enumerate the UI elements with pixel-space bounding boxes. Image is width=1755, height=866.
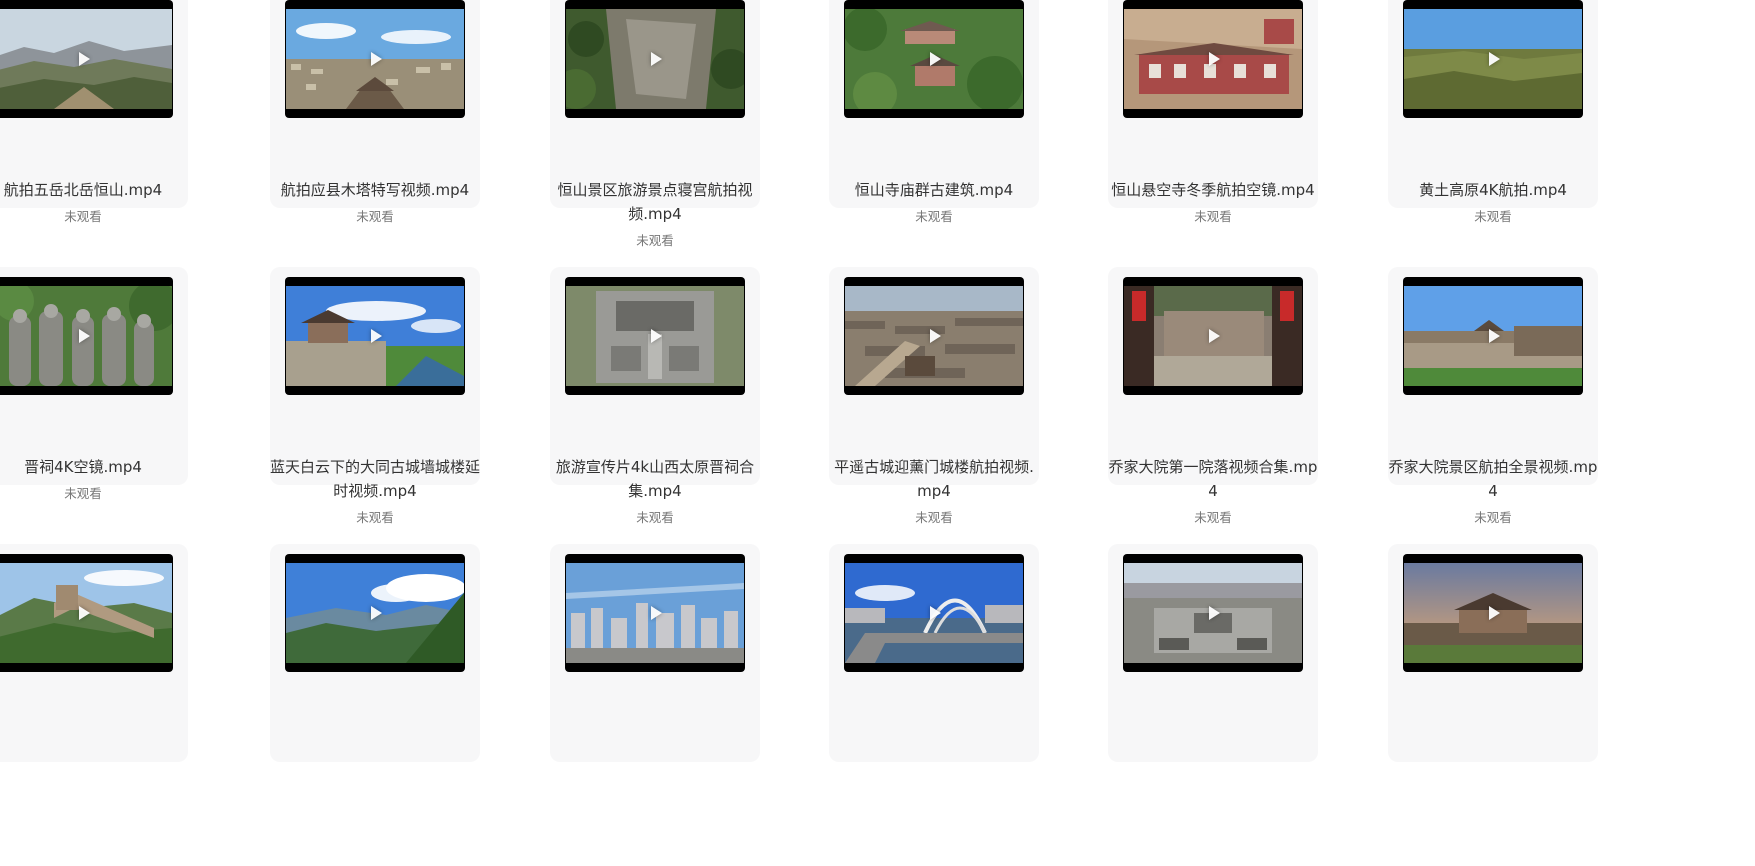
- play-icon[interactable]: [1209, 329, 1220, 343]
- play-icon[interactable]: [371, 606, 382, 620]
- play-icon[interactable]: [651, 606, 662, 620]
- video-grid: 航拍五岳北岳恒山.mp4 未观看 航拍应县木塔特写视频.mp4 未观看 恒山景区旅游…: [0, 0, 1755, 762]
- video-title[interactable]: 晋祠4K空镜.mp4: [0, 455, 188, 479]
- video-thumbnail[interactable]: [1403, 277, 1583, 395]
- video-item[interactable]: 乔家大院第一院落视频合集.mp4 未观看: [1108, 267, 1318, 589]
- video-thumbnail[interactable]: [285, 0, 465, 118]
- play-icon[interactable]: [79, 606, 90, 620]
- play-icon[interactable]: [1209, 52, 1220, 66]
- video-title[interactable]: 恒山寺庙群古建筑.mp4: [829, 178, 1039, 202]
- video-item[interactable]: 晋祠4K空镜.mp4 未观看: [0, 267, 188, 589]
- video-thumbnail[interactable]: [565, 554, 745, 672]
- video-thumbnail[interactable]: [0, 554, 173, 672]
- video-item[interactable]: [829, 544, 1039, 866]
- video-title[interactable]: 黄土高原4K航拍.mp4: [1388, 178, 1598, 202]
- watch-status: 未观看: [915, 209, 953, 224]
- play-icon[interactable]: [371, 52, 382, 66]
- play-icon[interactable]: [1489, 329, 1500, 343]
- watch-status: 未观看: [64, 486, 102, 501]
- video-thumbnail[interactable]: [285, 277, 465, 395]
- video-item[interactable]: [1108, 544, 1318, 866]
- video-thumbnail[interactable]: [1403, 554, 1583, 672]
- play-icon[interactable]: [651, 329, 662, 343]
- play-icon[interactable]: [930, 329, 941, 343]
- video-title[interactable]: 航拍应县木塔特写视频.mp4: [270, 178, 480, 202]
- watch-status: 未观看: [915, 510, 953, 525]
- watch-status: 未观看: [64, 209, 102, 224]
- play-icon[interactable]: [79, 329, 90, 343]
- video-thumbnail[interactable]: [565, 277, 745, 395]
- watch-status: 未观看: [1194, 510, 1232, 525]
- video-thumbnail[interactable]: [1123, 0, 1303, 118]
- video-item[interactable]: 恒山寺庙群古建筑.mp4 未观看: [829, 0, 1039, 312]
- video-item[interactable]: 旅游宣传片4k山西太原晋祠合集.mp4 未观看: [550, 267, 760, 589]
- video-thumbnail[interactable]: [844, 554, 1024, 672]
- video-item[interactable]: [550, 544, 760, 866]
- video-thumbnail[interactable]: [565, 0, 745, 118]
- video-item[interactable]: [1388, 544, 1598, 866]
- video-title[interactable]: 恒山悬空寺冬季航拍空镜.mp4: [1108, 178, 1318, 202]
- video-thumbnail[interactable]: [0, 0, 173, 118]
- video-item[interactable]: 平遥古城迎薰门城楼航拍视频.mp4 未观看: [829, 267, 1039, 589]
- video-title[interactable]: 乔家大院第一院落视频合集.mp4: [1108, 455, 1318, 503]
- video-item[interactable]: [0, 544, 188, 866]
- video-thumbnail[interactable]: [1123, 277, 1303, 395]
- video-thumbnail[interactable]: [844, 277, 1024, 395]
- video-item[interactable]: 航拍五岳北岳恒山.mp4 未观看: [0, 0, 188, 312]
- video-thumbnail[interactable]: [844, 0, 1024, 118]
- video-title[interactable]: 乔家大院景区航拍全景视频.mp4: [1388, 455, 1598, 503]
- video-title[interactable]: 旅游宣传片4k山西太原晋祠合集.mp4: [550, 455, 760, 503]
- video-title[interactable]: 蓝天白云下的大同古城墙城楼延时视频.mp4: [270, 455, 480, 503]
- watch-status: 未观看: [356, 209, 394, 224]
- video-thumbnail[interactable]: [1123, 554, 1303, 672]
- video-thumbnail[interactable]: [285, 554, 465, 672]
- watch-status: 未观看: [636, 233, 674, 248]
- watch-status: 未观看: [1474, 510, 1512, 525]
- video-title[interactable]: 航拍五岳北岳恒山.mp4: [0, 178, 188, 202]
- play-icon[interactable]: [1209, 606, 1220, 620]
- video-item[interactable]: 蓝天白云下的大同古城墙城楼延时视频.mp4 未观看: [270, 267, 480, 589]
- play-icon[interactable]: [1489, 52, 1500, 66]
- video-title[interactable]: 平遥古城迎薰门城楼航拍视频.mp4: [829, 455, 1039, 503]
- video-item[interactable]: 恒山悬空寺冬季航拍空镜.mp4 未观看: [1108, 0, 1318, 312]
- play-icon[interactable]: [371, 329, 382, 343]
- play-icon[interactable]: [930, 606, 941, 620]
- play-icon[interactable]: [1489, 606, 1500, 620]
- play-icon[interactable]: [651, 52, 662, 66]
- video-item[interactable]: 航拍应县木塔特写视频.mp4 未观看: [270, 0, 480, 312]
- video-thumbnail[interactable]: [0, 277, 173, 395]
- video-item[interactable]: [270, 544, 480, 866]
- watch-status: 未观看: [356, 510, 394, 525]
- video-thumbnail[interactable]: [1403, 0, 1583, 118]
- play-icon[interactable]: [79, 52, 90, 66]
- video-title[interactable]: 恒山景区旅游景点寝宫航拍视频.mp4: [550, 178, 760, 226]
- watch-status: 未观看: [636, 510, 674, 525]
- watch-status: 未观看: [1474, 209, 1512, 224]
- video-item[interactable]: 黄土高原4K航拍.mp4 未观看: [1388, 0, 1598, 312]
- watch-status: 未观看: [1194, 209, 1232, 224]
- video-item[interactable]: 乔家大院景区航拍全景视频.mp4 未观看: [1388, 267, 1598, 589]
- video-item[interactable]: 恒山景区旅游景点寝宫航拍视频.mp4 未观看: [550, 0, 760, 312]
- play-icon[interactable]: [930, 52, 941, 66]
